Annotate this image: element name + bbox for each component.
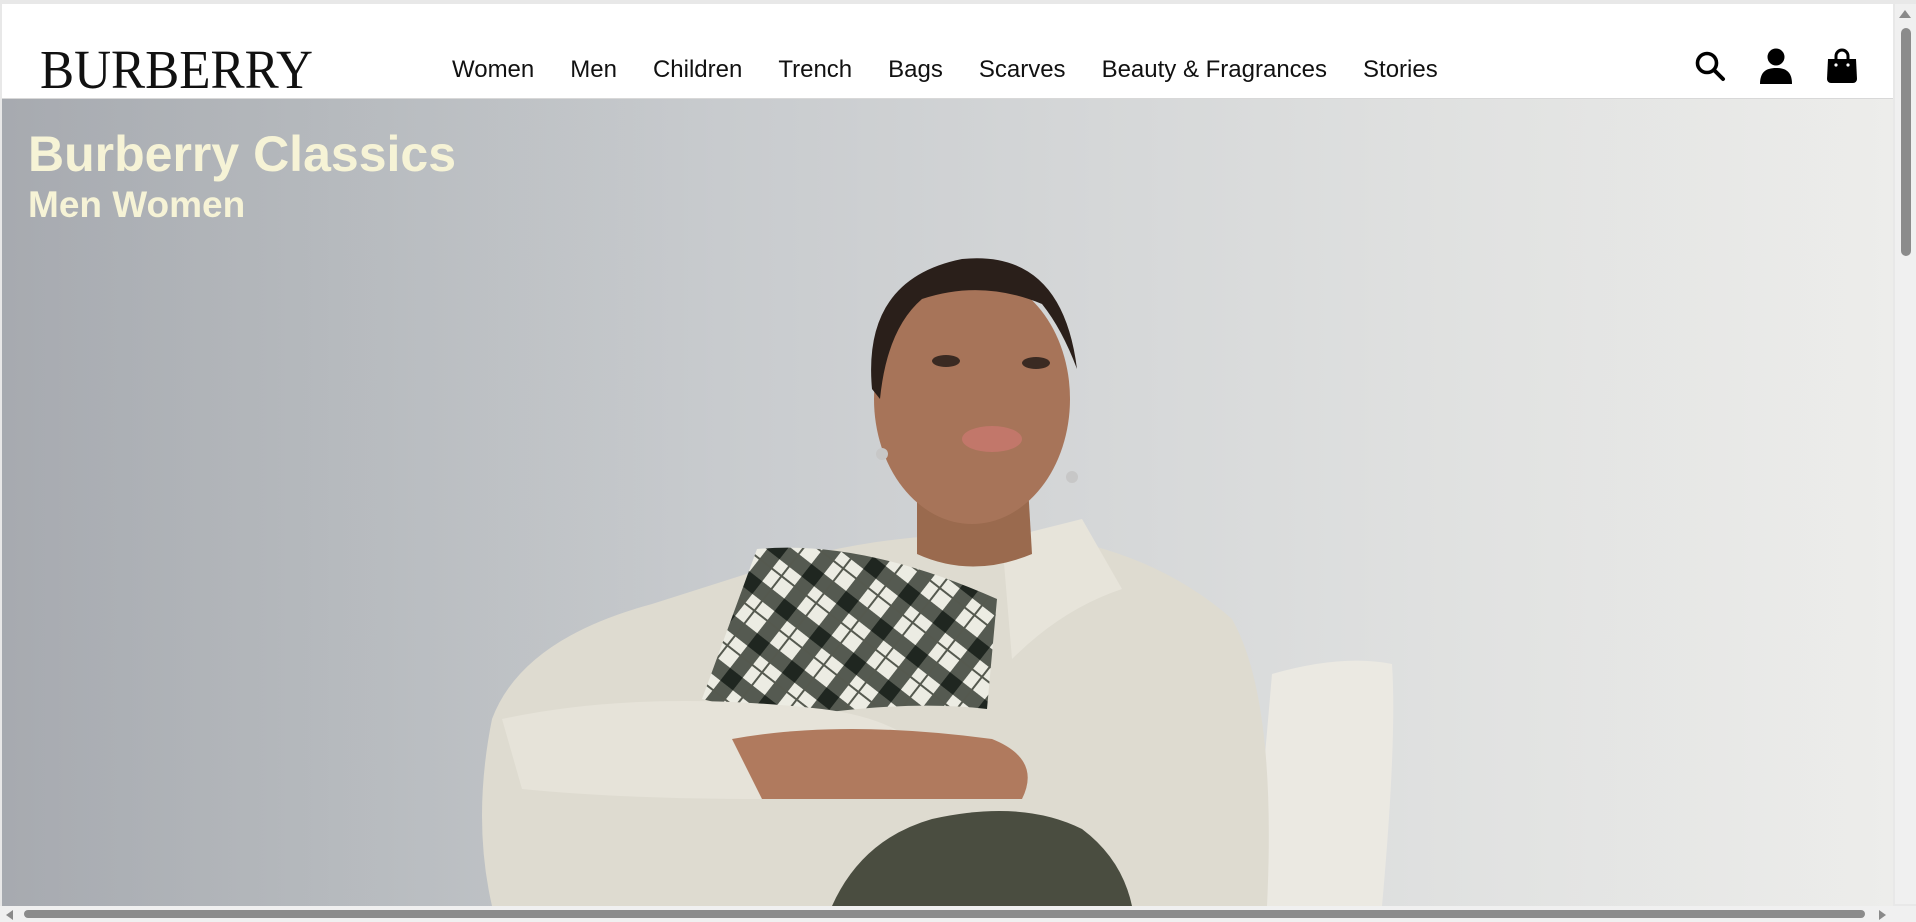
nav-item-scarves[interactable]: Scarves (979, 56, 1066, 84)
hero-title: Burberry Classics (28, 126, 457, 182)
vertical-scrollbar[interactable] (1895, 4, 1916, 904)
shopping-bag-icon (1827, 48, 1857, 83)
nav-item-beauty-fragrances[interactable]: Beauty & Fragrances (1102, 56, 1327, 84)
nav-item-trench[interactable]: Trench (778, 56, 852, 84)
account-icon (1760, 48, 1792, 84)
main-navigation: Women Men Children Trench Bags Scarves B… (452, 54, 1438, 86)
hero-link-men[interactable]: Men (28, 184, 102, 225)
search-button[interactable] (1693, 48, 1727, 84)
hero-category-links: Men Women (28, 186, 245, 223)
burberry-logo[interactable]: BURBERRY (40, 42, 313, 97)
nav-item-bags[interactable]: Bags (888, 56, 943, 84)
scroll-up-arrow-icon[interactable] (1899, 10, 1911, 18)
scroll-right-arrow-icon[interactable] (1879, 910, 1886, 920)
hero-campaign-photo (2, 99, 1893, 906)
horizontal-scrollbar[interactable] (0, 906, 1916, 922)
search-icon (1695, 51, 1725, 81)
vertical-scroll-thumb[interactable] (1901, 28, 1911, 256)
header-icons (1693, 48, 1859, 84)
browser-viewport: BURBERRY Women Men Children Trench Bags … (2, 4, 1893, 906)
nav-item-children[interactable]: Children (653, 56, 742, 84)
nav-item-women[interactable]: Women (452, 56, 534, 84)
shopping-bag-button[interactable] (1825, 48, 1859, 84)
horizontal-scroll-thumb[interactable] (24, 910, 1865, 918)
hero-link-women[interactable]: Women (112, 184, 245, 225)
site-header: BURBERRY Women Men Children Trench Bags … (2, 4, 1893, 99)
scroll-left-arrow-icon[interactable] (6, 910, 13, 920)
account-button[interactable] (1759, 48, 1793, 84)
hero-banner: Burberry Classics Men Women (2, 99, 1893, 906)
nav-item-men[interactable]: Men (570, 56, 617, 84)
nav-item-stories[interactable]: Stories (1363, 56, 1438, 84)
